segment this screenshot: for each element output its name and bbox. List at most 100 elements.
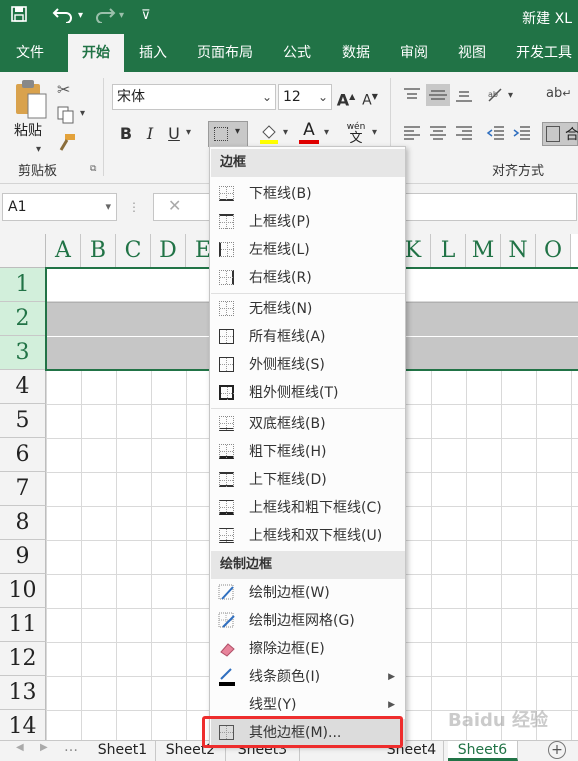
menu-item-top-border[interactable]: 上框线(P) <box>211 208 405 236</box>
font-color-icon[interactable]: A <box>298 120 320 146</box>
orientation-icon[interactable]: ab <box>486 86 506 104</box>
borders-button[interactable]: ▾ <box>208 121 248 147</box>
column-header-n[interactable]: N <box>501 234 536 268</box>
row-header-7[interactable]: 7 <box>0 472 46 506</box>
menu-item-draw-border-grid[interactable]: 绘制边框网格(G) <box>211 607 405 635</box>
italic-button[interactable]: I <box>138 122 162 146</box>
bold-button[interactable]: B <box>114 122 138 146</box>
underline-dropdown-icon[interactable]: ▾ <box>186 127 191 138</box>
save-icon[interactable] <box>10 5 28 29</box>
customize-toolbar-icon[interactable]: ⊽ <box>141 5 151 27</box>
scroll-right-icon[interactable]: ▶ <box>40 742 48 753</box>
add-sheet-icon[interactable]: + <box>548 741 566 759</box>
undo-icon[interactable] <box>52 5 74 29</box>
menu-item-left-border[interactable]: 左框线(L) <box>211 236 405 264</box>
menu-item-line-color[interactable]: 线条颜色(I) ▶ <box>211 663 405 691</box>
menu-item-top-bottom-border[interactable]: 上下框线(D) <box>211 466 405 494</box>
paste-dropdown-icon[interactable]: ▾ <box>36 144 41 155</box>
tab-home[interactable]: 开始 <box>68 34 124 72</box>
row-header-8[interactable]: 8 <box>0 506 46 540</box>
underline-button[interactable]: U <box>162 122 186 146</box>
menu-item-draw-border[interactable]: 绘制边框(W) <box>211 579 405 607</box>
copy-icon[interactable] <box>57 106 75 124</box>
menu-item-thick-outside-borders[interactable]: 粗外侧框线(T) <box>211 379 405 407</box>
align-left-icon[interactable] <box>402 124 422 142</box>
menu-item-line-style[interactable]: 线型(Y) ▶ <box>211 691 405 719</box>
column-header-b[interactable]: B <box>81 234 116 268</box>
align-right-icon[interactable] <box>454 124 474 142</box>
redo-icon[interactable] <box>94 5 116 29</box>
row-header-3[interactable]: 3 <box>0 336 46 370</box>
more-sheets-icon[interactable]: … <box>64 739 78 755</box>
row-header-11[interactable]: 11 <box>0 608 46 642</box>
column-header-m[interactable]: M <box>466 234 501 268</box>
phonetic-button[interactable]: wén 文 <box>344 122 368 145</box>
align-top-icon[interactable] <box>402 86 422 104</box>
clipboard-launcher-icon[interactable]: ⧉ <box>90 164 96 174</box>
row-header-13[interactable]: 13 <box>0 676 46 710</box>
tab-review[interactable]: 审阅 <box>390 34 438 72</box>
cut-icon[interactable]: ✂ <box>57 80 70 99</box>
orientation-dropdown-icon[interactable]: ▾ <box>508 90 513 101</box>
sheet-tab-1[interactable]: Sheet1 <box>90 741 156 761</box>
tab-developer[interactable]: 开发工具 <box>508 34 578 72</box>
row-header-10[interactable]: 10 <box>0 574 46 608</box>
paste-button-label[interactable]: 粘贴 <box>14 120 42 140</box>
menu-item-right-border[interactable]: 右框线(R) <box>211 264 405 292</box>
column-header-a[interactable]: A <box>46 234 81 268</box>
menu-item-all-borders[interactable]: 所有框线(A) <box>211 323 405 351</box>
wrap-text-icon[interactable]: ab↵ <box>546 86 576 106</box>
fill-color-icon[interactable] <box>258 122 280 146</box>
right-border-icon <box>219 270 234 285</box>
row-header-5[interactable]: 5 <box>0 404 46 438</box>
tab-file[interactable]: 文件 <box>6 34 54 72</box>
menu-item-no-border[interactable]: 无框线(N) <box>211 295 405 323</box>
increase-indent-icon[interactable] <box>512 124 532 142</box>
align-middle-icon[interactable] <box>426 84 450 106</box>
column-header-c[interactable]: C <box>116 234 151 268</box>
font-color-dropdown-icon[interactable]: ▾ <box>324 127 329 138</box>
tab-data[interactable]: 数据 <box>332 34 380 72</box>
font-size-combo[interactable]: 12 ⌄ <box>278 84 332 110</box>
format-painter-icon[interactable] <box>57 132 77 152</box>
phonetic-dropdown-icon[interactable]: ▾ <box>372 127 377 138</box>
menu-item-bottom-border[interactable]: 下框线(B) <box>211 180 405 208</box>
menu-item-double-bottom-border[interactable]: 双底框线(B) <box>211 410 405 438</box>
menu-item-top-thick-bottom-border[interactable]: 上框线和粗下框线(C) <box>211 494 405 522</box>
sheet-tab-6[interactable]: Sheet6 <box>448 741 518 761</box>
align-bottom-icon[interactable] <box>454 86 474 104</box>
row-header-2[interactable]: 2 <box>0 302 46 336</box>
row-header-12[interactable]: 12 <box>0 642 46 676</box>
row-header-6[interactable]: 6 <box>0 438 46 472</box>
column-header-d[interactable]: D <box>151 234 186 268</box>
fill-color-dropdown-icon[interactable]: ▾ <box>283 127 288 138</box>
tab-view[interactable]: 视图 <box>448 34 496 72</box>
row-header-1[interactable]: 1 <box>0 268 46 302</box>
tab-insert[interactable]: 插入 <box>128 34 178 72</box>
cancel-icon[interactable]: ✕ <box>168 196 181 215</box>
redo-dropdown-icon[interactable]: ▾ <box>119 5 124 27</box>
tab-formulas[interactable]: 公式 <box>274 34 320 72</box>
decrease-font-size-button[interactable]: A▼ <box>358 85 382 109</box>
menu-item-thick-bottom-border[interactable]: 粗下框线(H) <box>211 438 405 466</box>
row-header-14[interactable]: 14 <box>0 710 46 740</box>
tab-page-layout[interactable]: 页面布局 <box>188 34 262 72</box>
decrease-indent-icon[interactable] <box>486 124 506 142</box>
undo-dropdown-icon[interactable]: ▾ <box>78 5 83 27</box>
select-all-corner[interactable] <box>0 234 46 268</box>
merge-center-button[interactable]: 合 <box>542 122 578 146</box>
column-header-l[interactable]: L <box>431 234 466 268</box>
increase-font-size-button[interactable]: A▲ <box>334 85 358 109</box>
font-name-combo[interactable]: 宋体 ⌄ <box>112 84 276 110</box>
scroll-left-icon[interactable]: ◀ <box>16 742 24 753</box>
paste-icon[interactable] <box>12 78 52 122</box>
menu-item-erase-border[interactable]: 擦除边框(E) <box>211 635 405 663</box>
name-box[interactable]: A1 ▾ <box>2 193 117 221</box>
column-header-o[interactable]: O <box>536 234 571 268</box>
row-header-4[interactable]: 4 <box>0 370 46 404</box>
row-header-9[interactable]: 9 <box>0 540 46 574</box>
menu-item-top-double-bottom-border[interactable]: 上框线和双下框线(U) <box>211 522 405 550</box>
copy-dropdown-icon[interactable]: ▾ <box>80 108 85 119</box>
align-center-icon[interactable] <box>428 124 448 142</box>
menu-item-outside-borders[interactable]: 外侧框线(S) <box>211 351 405 379</box>
